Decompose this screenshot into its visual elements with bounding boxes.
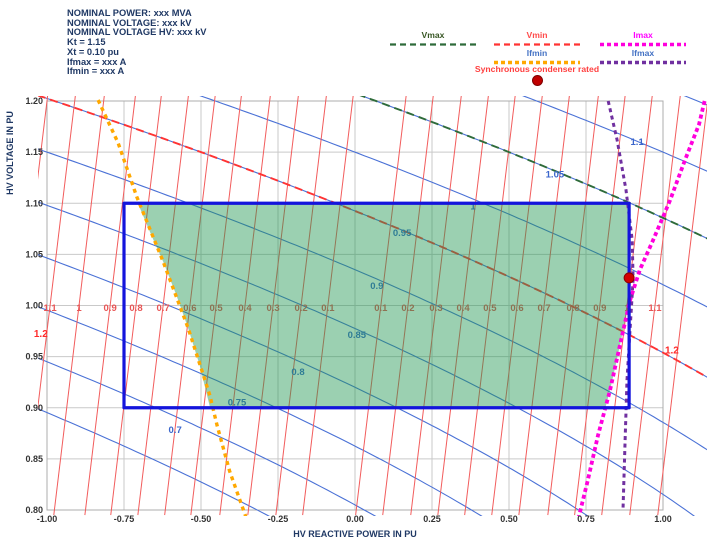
rated-point-dot (624, 273, 634, 283)
svg-text:0.95: 0.95 (25, 352, 43, 362)
svg-text:0.25: 0.25 (423, 514, 441, 524)
y-axis-title: HV VOLTAGE IN PU (5, 111, 15, 195)
svg-text:-0.25: -0.25 (268, 514, 289, 524)
svg-text:1.1: 1.1 (43, 303, 57, 314)
svg-text:1.1: 1.1 (648, 303, 662, 314)
capability-chart: 0.70.750.80.850.90.9511.051.11.110.90.80… (0, 0, 707, 544)
svg-text:-0.75: -0.75 (114, 514, 135, 524)
x-axis-title: HV REACTIVE POWER IN PU (293, 529, 417, 539)
capability-chart-page: 0.70.750.80.850.90.9511.051.11.110.90.80… (0, 0, 707, 544)
svg-text:0.8: 0.8 (129, 303, 142, 314)
ifmin-line: Ifmin = xxx A (67, 67, 206, 77)
svg-text:0.7: 0.7 (169, 425, 182, 436)
svg-text:0.50: 0.50 (500, 514, 518, 524)
svg-text:0.85: 0.85 (25, 454, 43, 464)
svg-text:0.7: 0.7 (157, 303, 170, 314)
svg-text:1.00: 1.00 (654, 514, 672, 524)
x-axis-tick-labels: -1.00 -0.75 -0.50 -0.25 0.00 0.25 0.50 0.75 1.00 (37, 514, 672, 524)
svg-text:1.20: 1.20 (25, 96, 43, 106)
field-line-outer-label: 1.2 (665, 345, 679, 356)
operating-region-fill (138, 203, 629, 408)
svg-text:0.9: 0.9 (104, 303, 117, 314)
svg-text:0.80: 0.80 (25, 505, 43, 515)
svg-text:1: 1 (76, 303, 82, 314)
svg-text:1.05: 1.05 (546, 170, 565, 181)
svg-text:1.15: 1.15 (25, 147, 43, 157)
svg-text:0.90: 0.90 (25, 403, 43, 413)
field-line-outer-label: 1.2 (34, 329, 48, 340)
svg-text:0.75: 0.75 (577, 514, 595, 524)
svg-text:1.05: 1.05 (25, 249, 43, 259)
svg-text:-1.00: -1.00 (37, 514, 58, 524)
nominal-parameters: NOMINAL POWER: xxx MVA NOMINAL VOLTAGE: … (67, 9, 206, 77)
svg-text:0.00: 0.00 (346, 514, 364, 524)
svg-text:-0.50: -0.50 (191, 514, 212, 524)
svg-text:1.10: 1.10 (25, 198, 43, 208)
svg-text:1.00: 1.00 (25, 301, 43, 311)
svg-text:1.1: 1.1 (631, 137, 645, 148)
